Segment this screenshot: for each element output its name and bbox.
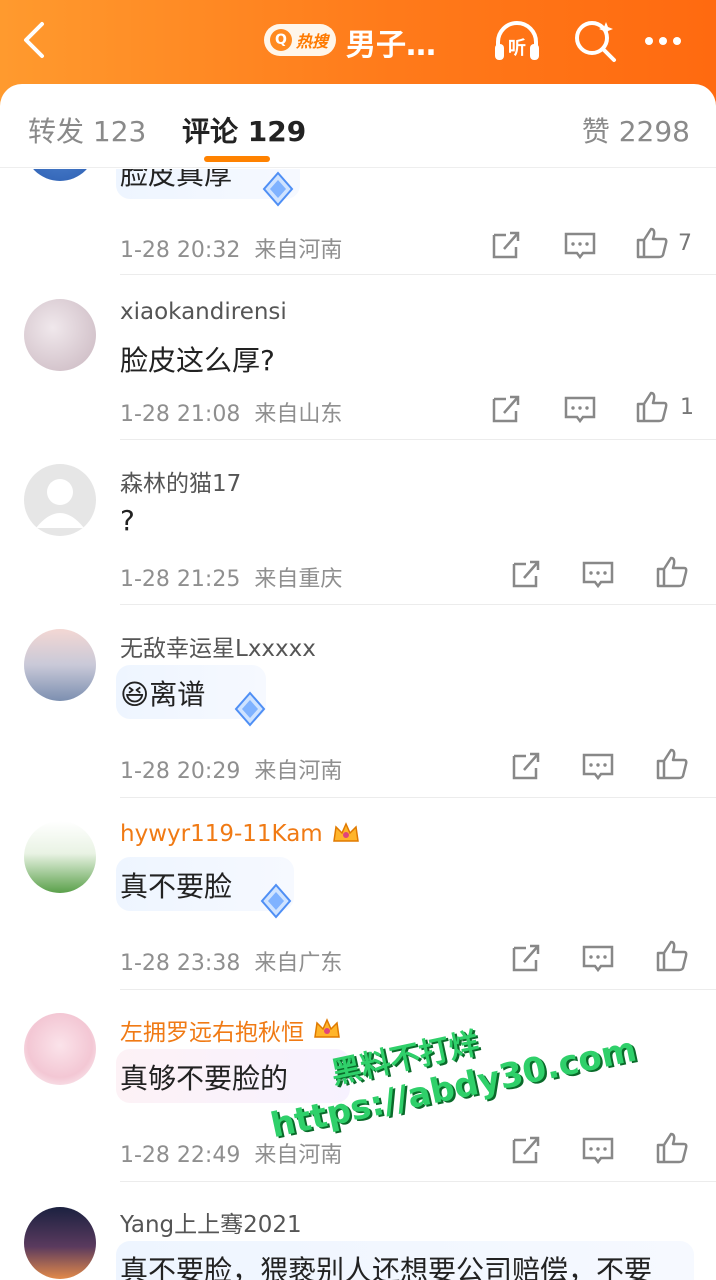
search-icon[interactable] — [568, 14, 622, 68]
comment-meta: 1-28 21:25 来自重庆 — [120, 561, 342, 593]
reply-icon[interactable] — [562, 227, 598, 263]
vip-crown-icon — [332, 822, 359, 842]
reply-icon[interactable] — [580, 940, 616, 976]
comment-meta: 1-28 22:49 来自河南 — [120, 1137, 342, 1169]
like-count: 7 — [678, 231, 692, 256]
comment-location: 来自重庆 — [254, 567, 343, 592]
active-tab-indicator — [204, 156, 270, 162]
page-title[interactable]: 男子… — [346, 20, 436, 64]
comment-text: 😆离谱 — [120, 678, 206, 711]
comment-location: 来自河南 — [254, 759, 343, 784]
divider — [120, 797, 716, 798]
reply-icon[interactable] — [562, 391, 598, 427]
comment-meta: 1-28 21:08 来自山东 — [120, 396, 342, 428]
share-icon[interactable] — [508, 940, 544, 976]
username[interactable]: 左拥罗远右抱秋恒 — [120, 1013, 342, 1047]
reply-icon[interactable] — [580, 1132, 616, 1168]
comment-text: 脸皮真厚 — [120, 169, 233, 191]
svg-text:听: 听 — [508, 37, 526, 59]
username[interactable]: 无敌幸运星Lxxxxx — [120, 629, 316, 663]
comment-time: 1-28 21:25 — [120, 567, 241, 592]
divider — [120, 1181, 716, 1182]
tab-comments[interactable]: 评论 129 — [182, 110, 306, 150]
diamond-badge-icon — [262, 171, 294, 207]
like-count: 1 — [680, 395, 694, 420]
comment-text: ? — [120, 504, 135, 537]
tab-forward[interactable]: 转发 123 — [28, 110, 146, 150]
divider — [120, 274, 716, 275]
username[interactable]: Yang上上骞2021 — [120, 1205, 302, 1239]
reply-icon[interactable] — [580, 748, 616, 784]
tab-bar: 转发 123 评论 129 赞 2298 — [0, 84, 716, 168]
avatar[interactable] — [24, 464, 96, 536]
like-thumb-icon[interactable] — [654, 1130, 690, 1166]
divider — [120, 439, 716, 440]
diamond-badge-icon — [260, 883, 292, 919]
comment-time: 1-28 20:29 — [120, 759, 241, 784]
like-thumb-icon[interactable] — [634, 225, 670, 261]
comment-meta: 1-28 23:38 来自广东 — [120, 945, 342, 977]
diamond-badge-icon — [234, 691, 266, 727]
share-icon[interactable] — [508, 556, 544, 592]
like-thumb-icon[interactable] — [654, 746, 690, 782]
comment-text: 真不要脸，猥亵别人还想要公司赔偿，不要 — [120, 1254, 653, 1280]
tab-likes[interactable]: 赞 2298 — [582, 110, 690, 150]
hot-search-label: 热搜 — [296, 32, 329, 51]
comment-location: 来自河南 — [254, 238, 343, 263]
vip-crown-icon — [314, 1018, 340, 1038]
comment-location: 来自广东 — [254, 951, 343, 976]
comment-time: 1-28 22:49 — [120, 1143, 241, 1168]
divider — [120, 989, 716, 990]
comment-meta: 1-28 20:32 来自河南 — [120, 232, 342, 264]
share-icon[interactable] — [488, 391, 524, 427]
username[interactable]: 森林的猫17 — [120, 464, 241, 498]
like-thumb-icon[interactable] — [654, 938, 690, 974]
comment-time: 1-28 23:38 — [120, 951, 241, 976]
divider — [120, 604, 716, 605]
comment-text: 脸皮这么厚? — [120, 344, 275, 377]
comment-location: 来自山东 — [254, 402, 343, 427]
comment-location: 来自河南 — [254, 1143, 343, 1168]
share-icon[interactable] — [488, 227, 524, 263]
share-icon[interactable] — [508, 1132, 544, 1168]
comment-time: 1-28 21:08 — [120, 402, 241, 427]
avatar[interactable] — [24, 629, 96, 701]
default-avatar-icon — [36, 479, 84, 528]
comment-time: 1-28 20:32 — [120, 238, 241, 263]
back-arrow-icon[interactable] — [14, 18, 58, 62]
hot-search-badge[interactable]: Q 热搜 — [264, 24, 336, 56]
more-options-icon[interactable] — [636, 14, 690, 68]
avatar[interactable] — [24, 169, 96, 181]
search-flame-icon: Q — [270, 29, 292, 51]
headphones-listen-icon[interactable]: 听 — [490, 14, 544, 68]
reply-icon[interactable] — [580, 556, 616, 592]
like-thumb-icon[interactable] — [634, 389, 670, 425]
avatar[interactable] — [24, 1207, 96, 1279]
comment-meta: 1-28 20:29 来自河南 — [120, 753, 342, 785]
comment-text: 真不要脸 — [120, 870, 233, 903]
username[interactable]: hywyr119-11Kam — [120, 821, 361, 847]
avatar[interactable] — [24, 1013, 96, 1085]
avatar[interactable] — [24, 299, 96, 371]
like-thumb-icon[interactable] — [654, 554, 690, 590]
share-icon[interactable] — [508, 748, 544, 784]
username[interactable]: xiaokandirensi — [120, 299, 287, 325]
avatar[interactable] — [24, 821, 96, 893]
